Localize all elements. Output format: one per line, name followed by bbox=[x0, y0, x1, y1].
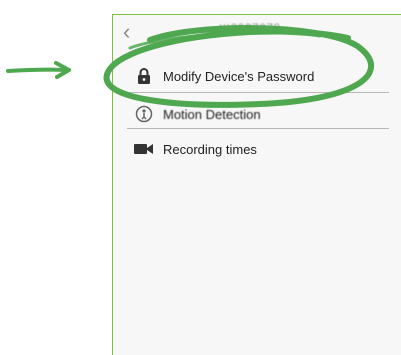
menu-item-recording-times[interactable]: Recording times bbox=[113, 134, 389, 164]
menu-item-motion-detection[interactable]: Motion Detection bbox=[113, 99, 389, 129]
menu-item-modify-password[interactable]: Modify Device's Password bbox=[113, 61, 389, 91]
video-camera-icon bbox=[133, 142, 155, 156]
lock-icon bbox=[133, 67, 155, 85]
divider bbox=[127, 92, 389, 93]
settings-panel: ‹ ttt0007070 Modify Device's Password Mo… bbox=[112, 14, 401, 355]
header-bar: ‹ ttt0007070 bbox=[113, 15, 401, 53]
divider bbox=[127, 128, 389, 129]
menu-item-label: Recording times bbox=[163, 141, 257, 157]
arrow-right-icon bbox=[6, 61, 71, 79]
device-title: ttt0007070 bbox=[219, 21, 281, 35]
chevron-left-icon[interactable]: ‹ bbox=[123, 19, 137, 45]
motion-detection-icon bbox=[133, 105, 155, 123]
menu-item-label: Modify Device's Password bbox=[163, 68, 315, 84]
menu-item-label: Motion Detection bbox=[163, 106, 261, 122]
